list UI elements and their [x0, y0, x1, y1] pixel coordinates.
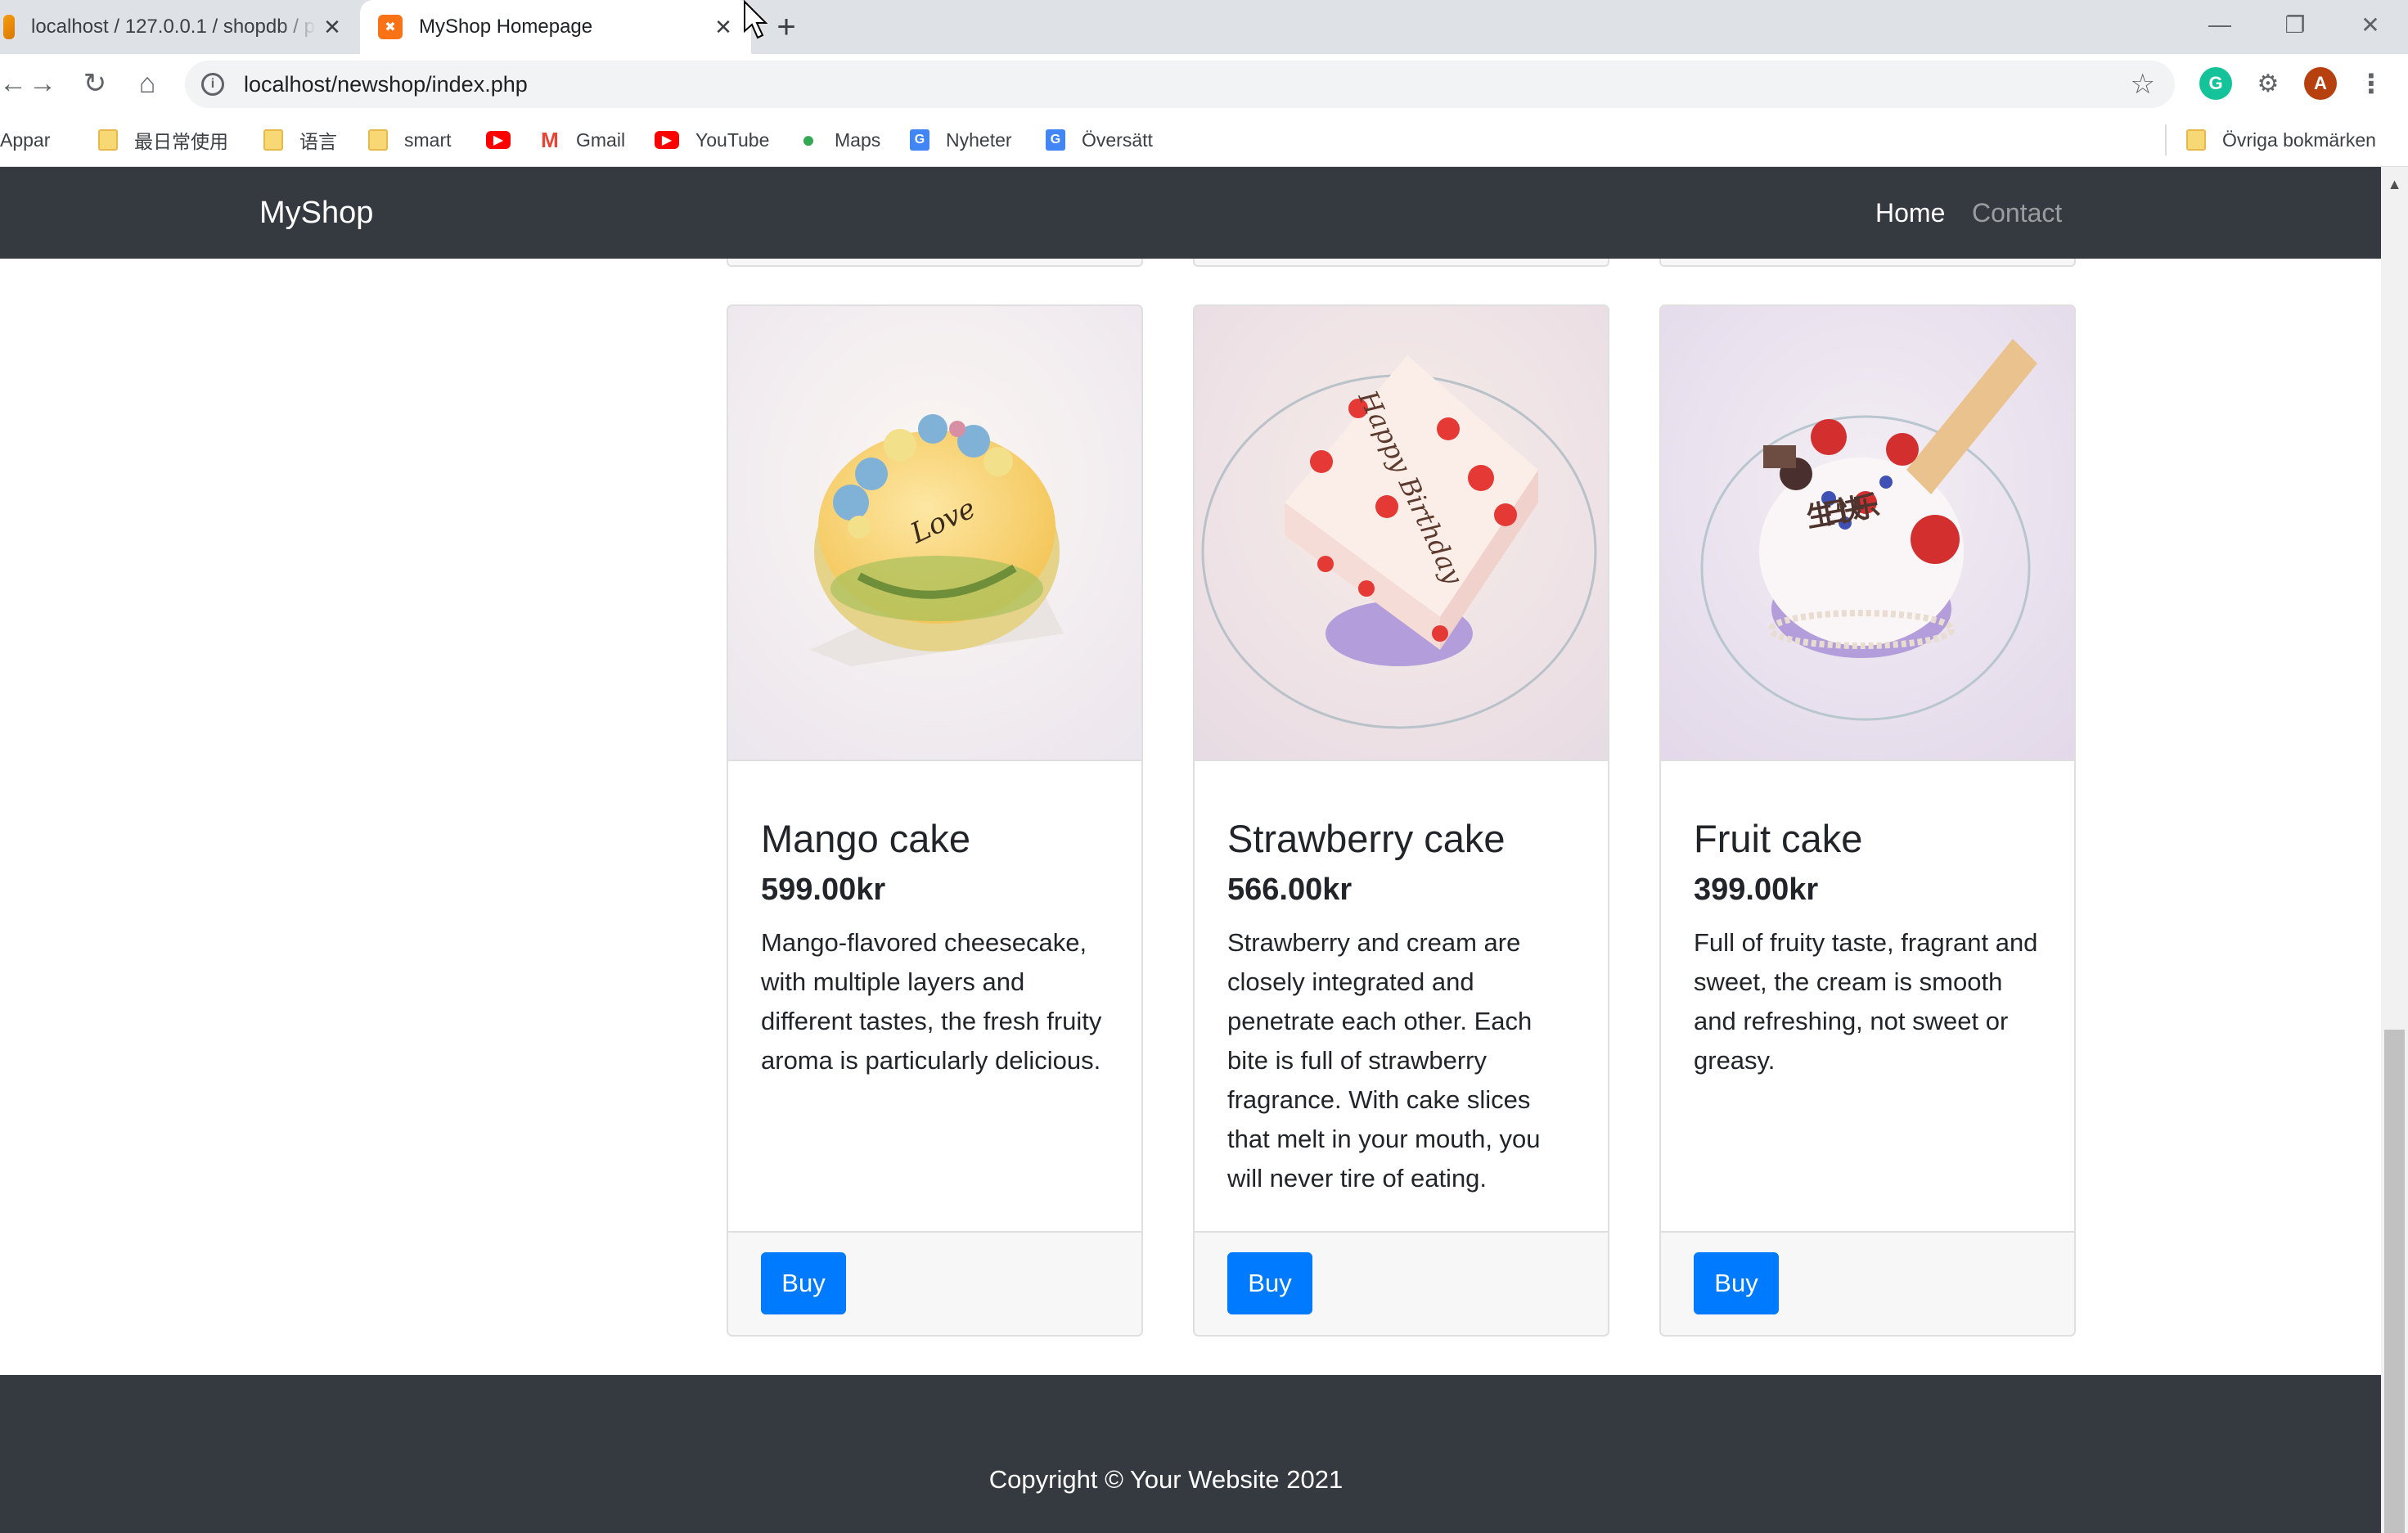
- youtube-icon: ▶: [486, 131, 511, 149]
- product-image-mango-cake[interactable]: Love: [728, 306, 1141, 761]
- nav-link-home[interactable]: Home: [1875, 167, 1945, 259]
- product-card: 生日快乐 Fruit cake 399.00kr Full of fruity …: [1659, 304, 2076, 1337]
- site-navbar: MyShop Home Contact: [0, 167, 2381, 259]
- previous-card-edge: [1659, 259, 2076, 267]
- minimize-icon[interactable]: —: [2183, 0, 2257, 49]
- bookmark-other-folder[interactable]: Övriga bokmärken: [2186, 113, 2376, 167]
- product-card-body: Strawberry cake 566.00kr Strawberry and …: [1227, 761, 1578, 1198]
- bookmark-nyheter[interactable]: G Nyheter: [910, 113, 1012, 167]
- product-card-footer: Buy: [1195, 1231, 1608, 1335]
- product-image-strawberry-cake[interactable]: Happy Birthday: [1195, 306, 1608, 761]
- bookmark-label: YouTube: [695, 129, 770, 151]
- product-name[interactable]: Fruit cake: [1694, 815, 2045, 863]
- bookmark-youtube-short[interactable]: ▶: [486, 113, 527, 167]
- bookmark-label: Översätt: [1082, 129, 1153, 151]
- product-name[interactable]: Strawberry cake: [1227, 815, 1578, 863]
- forward-icon[interactable]: →: [21, 62, 64, 105]
- gmail-icon: M: [541, 127, 559, 152]
- bookmark-label: Gmail: [576, 129, 626, 151]
- scrollbar-thumb[interactable]: [2384, 1030, 2405, 1533]
- product-card-body: Fruit cake 399.00kr Full of fruity taste…: [1694, 761, 2045, 1080]
- bookmark-appar[interactable]: Appar: [0, 113, 50, 167]
- bookmark-youtube[interactable]: ▶ YouTube: [655, 113, 769, 167]
- tab-strip: localhost / 127.0.0.1 / shopdb / p ✕ MyS…: [0, 0, 2408, 54]
- restore-icon[interactable]: ❐: [2258, 0, 2332, 49]
- previous-card-edge: [727, 259, 1143, 267]
- phpmyadmin-favicon-icon: [3, 15, 15, 39]
- tab-myshop[interactable]: MyShop Homepage ✕: [360, 0, 751, 54]
- grammarly-extension-icon[interactable]: G: [2199, 67, 2232, 100]
- mouse-cursor-icon: [744, 0, 767, 39]
- bookmark-label: Maps: [835, 129, 881, 151]
- bookmark-star-icon[interactable]: ☆: [2131, 68, 2155, 101]
- product-description: Full of fruity taste, fragrant and sweet…: [1694, 928, 2038, 1075]
- new-tab-button[interactable]: +: [767, 8, 805, 46]
- extensions-puzzle-icon[interactable]: ⚙: [2252, 67, 2284, 100]
- tab-title: MyShop Homepage: [419, 16, 593, 38]
- bookmark-maps[interactable]: ● Maps: [799, 113, 881, 167]
- bookmark-label: 最日常使用: [134, 131, 228, 152]
- folder-icon: [368, 129, 388, 151]
- product-description: Strawberry and cream are closely integra…: [1227, 928, 1541, 1193]
- product-card-footer: Buy: [728, 1231, 1141, 1335]
- bookmark-folder-smart[interactable]: smart: [368, 113, 452, 167]
- close-window-icon[interactable]: ✕: [2334, 0, 2407, 49]
- bookmarks-bar: Appar 最日常使用 语言 smart ▶ M Gmail ▶ YouTube…: [0, 113, 2408, 167]
- product-description: Mango-flavored cheesecake, with multiple…: [761, 928, 1102, 1075]
- info-icon[interactable]: i: [201, 73, 224, 96]
- previous-card-edge: [1193, 259, 1609, 267]
- page-scrollbar[interactable]: ▲: [2381, 167, 2408, 1533]
- page-viewport: MyShop Home Contact Love Mango cake 599.…: [0, 167, 2381, 1533]
- browser-toolbar: ← → ↻ ⌂ i localhost/newshop/index.php ☆ …: [0, 54, 2408, 113]
- translate-icon: G: [1046, 129, 1065, 151]
- site-footer: Copyright © Your Website 2021: [0, 1375, 2381, 1533]
- url-text[interactable]: localhost/newshop/index.php: [244, 72, 2131, 97]
- tab-phpmyadmin[interactable]: localhost / 127.0.0.1 / shopdb / p ✕: [0, 0, 360, 54]
- product-price: 599.00kr: [761, 872, 886, 907]
- address-bar[interactable]: i localhost/newshop/index.php ☆: [185, 61, 2175, 108]
- menu-kebab-icon[interactable]: ⋮: [2355, 67, 2388, 100]
- maps-pin-icon: ●: [801, 127, 816, 152]
- bookmarks-divider: [2165, 124, 2167, 156]
- product-price: 399.00kr: [1694, 872, 1819, 907]
- buy-button[interactable]: Buy: [761, 1252, 846, 1314]
- bookmark-label: Övriga bokmärken: [2222, 129, 2376, 151]
- site-brand-link[interactable]: MyShop: [259, 167, 373, 259]
- buy-button[interactable]: Buy: [1694, 1252, 1779, 1314]
- reload-icon[interactable]: ↻: [74, 62, 116, 105]
- profile-avatar[interactable]: A: [2304, 67, 2337, 100]
- product-image-fruit-cake[interactable]: 生日快乐: [1661, 306, 2074, 761]
- nav-link-contact[interactable]: Contact: [1972, 167, 2062, 259]
- product-card-footer: Buy: [1661, 1231, 2074, 1335]
- news-icon: G: [910, 129, 929, 151]
- product-card: Love Mango cake 599.00kr Mango-flavored …: [727, 304, 1143, 1337]
- bookmark-label: smart: [404, 129, 452, 151]
- bookmark-label: 语言: [299, 131, 337, 152]
- product-card: Happy Birthday Strawberry cake 566.00kr …: [1193, 304, 1609, 1337]
- close-icon[interactable]: ✕: [707, 11, 740, 43]
- home-icon[interactable]: ⌂: [126, 62, 169, 105]
- copyright-text: Copyright © Your Website 2021: [988, 1465, 1344, 1494]
- folder-icon: [2186, 129, 2206, 151]
- youtube-icon: ▶: [655, 131, 679, 149]
- product-card-body: Mango cake 599.00kr Mango-flavored chees…: [761, 761, 1112, 1080]
- buy-button[interactable]: Buy: [1227, 1252, 1312, 1314]
- bookmark-label: Nyheter: [946, 129, 1012, 151]
- scroll-up-arrow-icon[interactable]: ▲: [2381, 172, 2408, 196]
- product-price: 566.00kr: [1227, 872, 1353, 907]
- product-name[interactable]: Mango cake: [761, 815, 1112, 863]
- bookmark-gmail[interactable]: M Gmail: [540, 113, 625, 167]
- folder-icon: [98, 129, 118, 151]
- folder-icon: [263, 129, 283, 151]
- xampp-favicon-icon: [378, 15, 403, 39]
- tab-title: localhost / 127.0.0.1 / shopdb / p: [31, 16, 315, 38]
- bookmark-label: Appar: [0, 129, 51, 151]
- bookmark-folder-language[interactable]: 语言: [263, 113, 337, 167]
- close-icon[interactable]: ✕: [316, 11, 349, 43]
- bookmark-translate[interactable]: G Översätt: [1046, 113, 1153, 167]
- bookmark-folder-daily[interactable]: 最日常使用: [98, 113, 228, 167]
